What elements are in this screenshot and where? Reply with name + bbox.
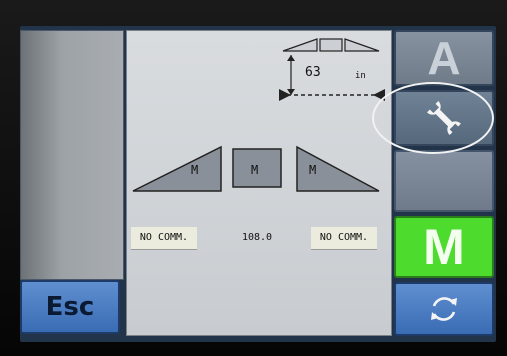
boom-diagram: [132, 38, 385, 192]
refresh-icon: [431, 297, 457, 321]
boom-status-panel: 63 in M M M NO COMM. 108.0 NO COMM.: [126, 30, 392, 336]
center-section-status: 108.0: [229, 227, 285, 249]
left-section-status-text: NO COMM.: [139, 232, 189, 243]
right-section-mode: M: [309, 163, 317, 177]
boom-height-value: 63: [305, 65, 321, 80]
settings-highlight-ring: [372, 82, 494, 154]
esc-button-label: Esc: [45, 292, 95, 322]
manual-mode-button[interactable]: M: [394, 216, 494, 278]
boom-height-icon: [279, 38, 385, 101]
display-screen: Esc 63 in M M M NO COMM. 108.0 NO COMM. …: [20, 26, 496, 342]
right-button-column: A M: [394, 30, 496, 336]
empty-button-slot: [394, 150, 494, 212]
right-section-status-text: NO COMM.: [319, 232, 369, 243]
left-empty-panel: [20, 30, 124, 280]
left-section-mode: M: [191, 163, 199, 177]
boom-height-unit: in: [355, 71, 366, 81]
auto-mode-button[interactable]: A: [394, 30, 494, 86]
center-section-mode: M: [251, 163, 259, 177]
manual-mode-label: M: [423, 219, 465, 275]
refresh-button[interactable]: [394, 282, 494, 336]
esc-button[interactable]: Esc: [20, 280, 120, 334]
left-section-status: NO COMM.: [131, 227, 197, 250]
auto-mode-label: A: [427, 32, 461, 84]
center-section-status-text: 108.0: [241, 232, 273, 243]
left-section-shape[interactable]: [132, 145, 222, 192]
right-section-status: NO COMM.: [311, 227, 377, 250]
